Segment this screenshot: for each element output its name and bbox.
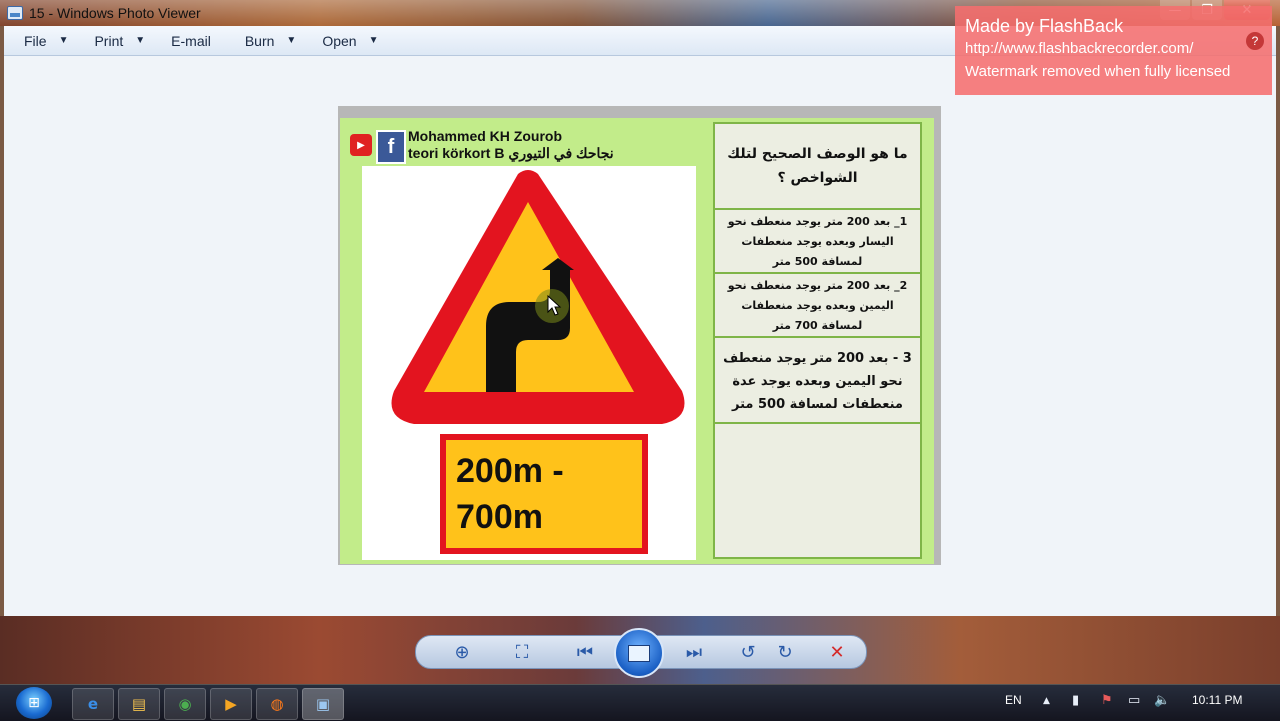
clock[interactable]: 10:11 PM xyxy=(1192,693,1242,707)
displayed-photo: ▶ f Mohammed KH Zourob teori körkort B ن… xyxy=(338,106,941,565)
distance-line-2: 700m xyxy=(456,498,543,536)
media-player-icon[interactable]: ▶ xyxy=(210,688,252,720)
chevron-down-icon: ▼ xyxy=(58,35,69,46)
window-right-border xyxy=(1276,26,1280,616)
chevron-down-icon: ▼ xyxy=(286,35,297,46)
slideshow-icon xyxy=(628,644,650,662)
zoom-icon[interactable]: ⊕ xyxy=(448,642,476,663)
answer-option-1: 1_ بعد 200 متر يوجد منعطف نحو اليسار وبع… xyxy=(715,212,920,274)
menu-open-label: Open xyxy=(322,32,357,49)
menu-open[interactable]: Open ▼ xyxy=(322,33,378,49)
menu-email-label: E-mail xyxy=(171,32,211,49)
chrome-icon[interactable]: ◉ xyxy=(164,688,206,720)
taskbar: ⊞ e ▤ ◉ ▶ ◍ ▣ EN ▲ ▮ ⚑ ▭ 🔈 10:11 PM xyxy=(0,684,1280,721)
distance-text: 200m - 700m xyxy=(456,448,564,540)
facebook-icon: f xyxy=(376,130,406,164)
menu-file-label: File xyxy=(24,32,47,49)
distance-plate: 200m - 700m xyxy=(440,434,648,554)
menu-burn-label: Burn xyxy=(244,32,275,49)
help-icon[interactable]: ? xyxy=(1246,32,1264,50)
slideshow-button[interactable] xyxy=(614,628,664,678)
signal-icon[interactable]: ▮ xyxy=(1072,693,1079,708)
photo-viewer-taskbar-icon[interactable]: ▣ xyxy=(302,688,344,720)
volume-icon[interactable]: 🔈 xyxy=(1154,693,1170,708)
action-center-flag-icon[interactable]: ⚑ xyxy=(1101,693,1113,708)
fit-to-window-icon[interactable]: ⛶ xyxy=(508,642,536,663)
windows-logo-icon: ⊞ xyxy=(28,695,40,711)
next-icon[interactable]: ⏭ xyxy=(680,642,708,663)
author-subtitle: teori körkort B نجاحك في التيوري xyxy=(408,145,614,161)
window-title: 15 - Windows Photo Viewer xyxy=(29,5,201,21)
youtube-icon: ▶ xyxy=(350,134,372,156)
distance-line-1: 200m - xyxy=(456,452,564,490)
rotate-counterclockwise-icon[interactable]: ↺ xyxy=(734,642,762,663)
menu-file[interactable]: File ▼ xyxy=(24,33,68,49)
menu-print-label: Print xyxy=(94,32,124,49)
rotate-clockwise-icon[interactable]: ↻ xyxy=(771,642,799,663)
question-panel: ما هو الوصف الصحيح لتلك الشواخص ؟ 1_ بعد… xyxy=(713,122,922,559)
menu-burn[interactable]: Burn ▼ xyxy=(245,33,296,49)
photo-content: ▶ f Mohammed KH Zourob teori körkort B ن… xyxy=(340,118,934,564)
menu-email[interactable]: E-mail xyxy=(171,33,211,49)
answer-option-2: 2_ بعد 200 متر يوجد منعطف نحو اليمين وبع… xyxy=(715,276,920,338)
delete-icon[interactable]: ✕ xyxy=(823,642,851,663)
internet-explorer-icon[interactable]: e xyxy=(72,688,114,720)
chevron-down-icon: ▼ xyxy=(368,35,379,46)
firefox-icon[interactable]: ◍ xyxy=(256,688,298,720)
watermark-url[interactable]: http://www.flashbackrecorder.com/ xyxy=(965,40,1193,57)
flashback-watermark: Made by FlashBack http://www.flashbackre… xyxy=(955,6,1272,95)
watermark-note: Watermark removed when fully licensed xyxy=(965,63,1231,80)
chevron-down-icon: ▼ xyxy=(135,35,146,46)
show-hidden-icons-icon[interactable]: ▲ xyxy=(1043,696,1050,706)
language-indicator[interactable]: EN xyxy=(1005,693,1022,707)
start-button[interactable]: ⊞ xyxy=(16,687,52,719)
answer-option-3: 3 - بعد 200 متر يوجد منعطف نحو اليمين وب… xyxy=(715,340,920,424)
watermark-title: Made by FlashBack xyxy=(965,16,1124,36)
menu-print[interactable]: Print ▼ xyxy=(94,33,145,49)
previous-icon[interactable]: ⏮ xyxy=(571,642,599,663)
file-explorer-icon[interactable]: ▤ xyxy=(118,688,160,720)
question-text: ما هو الوصف الصحيح لتلك الشواخص ؟ xyxy=(715,124,920,210)
author-name: Mohammed KH Zourob xyxy=(408,128,562,144)
photo-viewer-app-icon xyxy=(7,6,23,20)
author-credit: Mohammed KH Zourob teori körkort B نجاحك… xyxy=(408,128,614,162)
battery-icon[interactable]: ▭ xyxy=(1128,693,1140,708)
